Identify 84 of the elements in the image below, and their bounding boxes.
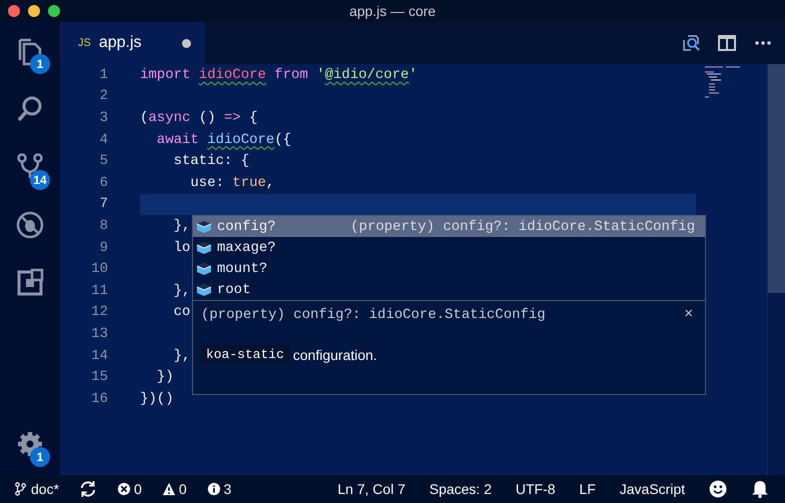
branch-icon[interactable] — [14, 482, 28, 496]
status-item[interactable]: Spaces: 2 — [429, 481, 492, 497]
code-token: }, — [172, 218, 190, 234]
code-token: true — [232, 174, 266, 191]
code-token: use: — [189, 174, 226, 191]
scrollbar[interactable] — [767, 64, 785, 475]
window-title: app.js — core — [349, 3, 436, 19]
code-token: idioCore — [198, 66, 266, 83]
code-token: co — [172, 304, 190, 320]
status-item[interactable]: 3 — [224, 481, 232, 497]
count-badge: 14 — [30, 170, 50, 190]
close-button[interactable]: × — [684, 305, 693, 322]
suggestion-item[interactable]: root — [193, 279, 705, 300]
split-editor-icon[interactable] — [717, 33, 737, 53]
info-icon[interactable] — [206, 482, 221, 496]
inline-code: koa-static — [201, 345, 290, 364]
code-token: from — [273, 66, 310, 83]
code-token: ({ — [274, 132, 292, 148]
line-number: 8 — [98, 218, 109, 234]
property-icon — [196, 240, 212, 254]
code-token: { — [248, 110, 258, 126]
count-badge: 1 — [30, 447, 50, 467]
error-icon[interactable] — [117, 482, 132, 496]
extensions-icon[interactable] — [15, 268, 45, 298]
no-bug-icon[interactable] — [15, 210, 45, 240]
line-number: 2 — [98, 88, 109, 104]
smiley-icon[interactable] — [709, 480, 727, 498]
editor-tab[interactable]: JS app.js — [60, 22, 205, 64]
property-icon — [196, 262, 212, 276]
maximize-window-button[interactable] — [48, 5, 60, 17]
code-token: static: { — [172, 153, 250, 170]
sync-icon[interactable] — [79, 480, 98, 498]
property-icon — [196, 220, 212, 234]
code-token: => — [224, 110, 241, 126]
bell-icon[interactable] — [751, 480, 769, 498]
scrollbar-thumb[interactable] — [768, 64, 785, 293]
line-number: 6 — [98, 174, 109, 191]
line-number: 15 — [90, 369, 109, 386]
status-item[interactable]: 0 — [178, 481, 187, 497]
line-number: 9 — [98, 240, 109, 256]
status-item[interactable]: doc* — [31, 481, 60, 497]
minimize-window-button[interactable] — [28, 5, 40, 17]
code-token: @idio/core — [324, 66, 409, 83]
line-number: 11 — [90, 282, 109, 299]
code-token: lo — [172, 240, 190, 256]
property-icon — [196, 282, 212, 296]
line-number: 10 — [90, 261, 109, 278]
status-item[interactable]: 0 — [134, 481, 142, 497]
line-number: 16 — [90, 390, 109, 407]
code-token: }, — [172, 282, 190, 299]
code-token: ' — [408, 66, 418, 83]
code-token: idioCore — [207, 132, 274, 148]
status-item[interactable]: Ln 7, Col 7 — [338, 481, 406, 497]
description-text: configuration. — [293, 346, 378, 362]
close-window-button[interactable] — [8, 5, 20, 17]
line-number: 5 — [98, 153, 109, 170]
code-token: ( — [140, 110, 148, 126]
line-number: 4 — [98, 132, 109, 148]
code-token: async — [148, 110, 190, 126]
code-token: }, — [172, 348, 190, 364]
suggestion-item[interactable]: mount? — [193, 258, 705, 279]
status-item[interactable]: UTF-8 — [516, 481, 556, 497]
code-token: ' — [316, 66, 325, 83]
code-token: import — [140, 66, 192, 83]
line-number: 12 — [90, 304, 109, 320]
line-number: 14 — [90, 348, 109, 364]
status-item[interactable]: JavaScript — [620, 481, 685, 497]
line-number: 7 — [98, 196, 109, 212]
code-token: , — [266, 174, 274, 191]
line-number: 1 — [98, 66, 109, 83]
count-badge: 1 — [30, 54, 50, 74]
suggestion-item[interactable]: config? (property) config?: idioCore.StaticConfig — [193, 216, 705, 237]
search-icon[interactable] — [681, 33, 701, 53]
code-token: }) — [156, 369, 174, 386]
file-type-label: JS — [78, 37, 91, 49]
line-number: 3 — [98, 110, 109, 126]
status-item[interactable]: LF — [579, 481, 596, 497]
suggestion-item[interactable]: maxage? — [193, 237, 705, 258]
code-token: await — [156, 132, 200, 148]
type-signature: (property) config?: idioCore.StaticConfig — [201, 307, 546, 323]
code-token: () — [198, 110, 217, 126]
code-token: })() — [140, 390, 174, 407]
warning-icon[interactable] — [162, 482, 176, 496]
line-number: 13 — [90, 326, 109, 342]
